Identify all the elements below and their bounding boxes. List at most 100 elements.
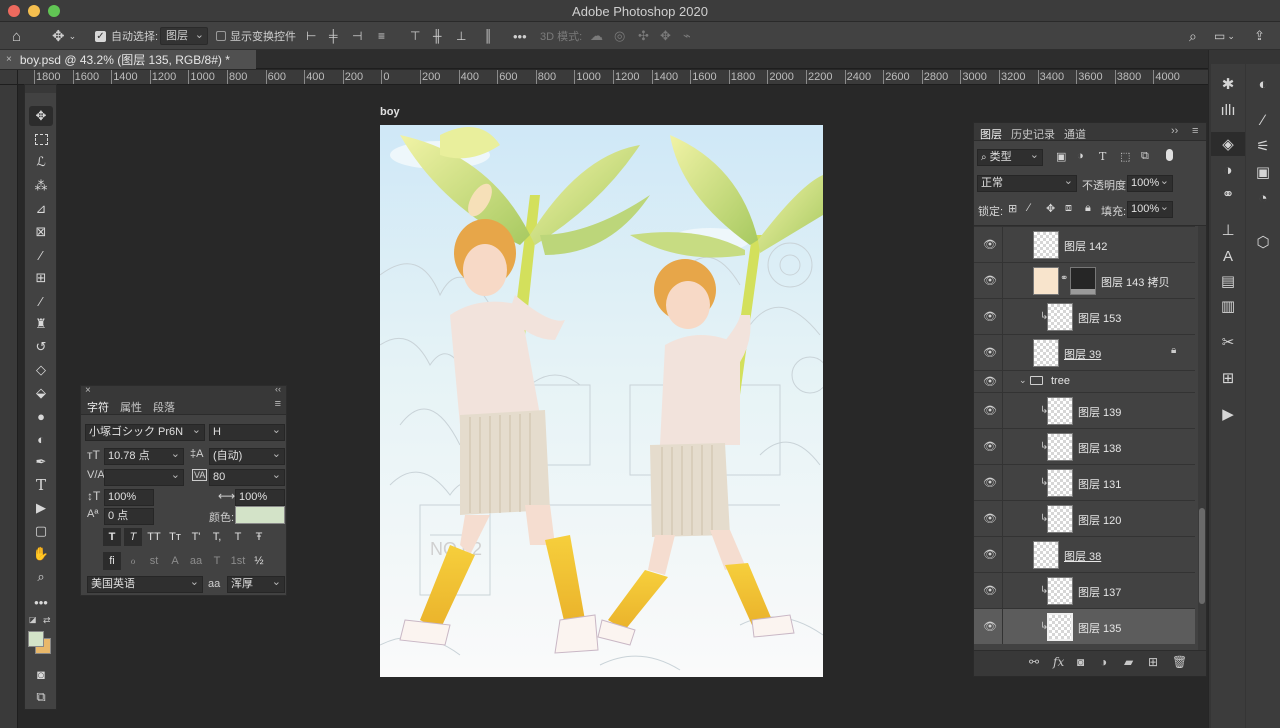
lock-artboard-icon[interactable]: ⧈ [1065,202,1072,215]
small-caps-button[interactable]: Tт [166,528,184,546]
group-disclosure-icon[interactable]: ⌄ [1019,375,1027,386]
expand-panel-icon[interactable]: ›› [1171,125,1178,137]
fill-field[interactable]: 100% ⌄ [1127,201,1173,218]
layers-scroll-thumb[interactable] [1199,508,1205,604]
hand-tool-icon[interactable]: ✋ [29,544,53,564]
visibility-eye-icon[interactable]: 👁︎ [983,346,997,359]
collapse-panel-icon[interactable]: ‹‹ [275,384,281,394]
language-select[interactable]: 美国英语 [87,575,203,593]
layer-row[interactable]: 👁︎ ↳ 图层 135 [974,608,1195,644]
align-horizontal-center-icon[interactable]: ╪ [329,22,338,50]
layers-menu-icon[interactable]: ≡ [1192,125,1198,137]
tools-panel-grip[interactable] [25,85,56,93]
actions-panel-icon[interactable]: ▶ [1211,402,1245,426]
ruler-origin[interactable] [0,70,18,85]
align-right-icon[interactable]: ⊣ [352,22,362,50]
filter-adjustment-icon[interactable]: ◑ [1077,150,1084,162]
faux-bold-button[interactable]: T [103,528,121,546]
filter-shape-icon[interactable]: ⬚ [1120,150,1130,163]
history-panel-icon[interactable]: ◔ [1246,186,1280,210]
workspace-icon[interactable]: ▭ ⌄ [1214,22,1235,50]
auto-select-checkbox[interactable]: ✓ 自动选择: [95,22,158,50]
tracking-field[interactable]: 80 [209,468,285,486]
brush-tool-icon[interactable]: ∕ [29,291,53,311]
filter-type-icon[interactable]: T [1099,150,1106,163]
font-style-select[interactable]: H [209,423,285,441]
align-top-icon[interactable]: ⊤ [410,22,420,50]
superscript-button[interactable]: T' [187,528,205,546]
antialias-select[interactable]: 浑厚 [227,575,285,593]
leading-field[interactable]: (自动) [209,447,285,465]
horizontal-scale-field[interactable]: 100% [235,489,285,506]
swatches-panel-icon[interactable]: ◐ [1246,72,1280,96]
edit-toolbar-icon[interactable]: ••• [29,592,53,612]
add-mask-icon[interactable]: ◙ [1077,655,1084,669]
glyphs-panel-icon[interactable]: ▤ [1211,269,1245,293]
layer-row[interactable]: 👁︎ ↳ 图层 139 [974,392,1195,428]
auto-select-target-select[interactable]: 图层 ⌄ [160,22,208,50]
quick-mask-icon[interactable]: ◙ [29,664,53,684]
filter-pixel-icon[interactable]: ▣ [1056,150,1066,163]
blend-mode-select[interactable]: 正常 ⌄ [977,175,1077,192]
marquee-tool-icon[interactable] [29,129,53,149]
visibility-eye-icon[interactable]: 👁︎ [983,476,997,489]
filter-smart-object-icon[interactable]: ⧉ [1141,150,1149,163]
distribute-horizontal-icon[interactable]: ║ [484,22,493,50]
baseline-shift-field[interactable]: 0 点 [104,508,154,525]
discretionary-ligatures-button[interactable]: st [145,552,163,570]
tab-history[interactable]: 历史记录 [1011,126,1055,142]
pan-3d-icon[interactable]: ✣ [638,22,649,50]
notes-panel-icon[interactable]: ▥ [1211,294,1245,318]
close-tab-icon[interactable]: × [6,54,12,65]
crop-tool-icon[interactable]: ⊿ [29,199,53,219]
text-color-swatch[interactable] [235,506,285,524]
layer-group-row[interactable]: 👁︎ ⌄ tree [974,370,1195,392]
history-brush-tool-icon[interactable]: ↺ [29,337,53,357]
move-tool-icon[interactable]: ✥ [29,106,53,126]
lock-position-icon[interactable]: ✥ [1046,202,1055,215]
new-layer-icon[interactable]: ⊞ [1148,655,1158,669]
canvas-artwork[interactable]: NO.02 [380,125,823,677]
eyedropper-tool-icon[interactable]: ⁄ [29,245,53,265]
filter-kind-select[interactable]: ⌕ 类型 ⌄ [977,149,1043,166]
opacity-field[interactable]: 100% ⌄ [1127,175,1173,192]
titling-alternates-button[interactable]: T [208,552,226,570]
all-caps-button[interactable]: TT [145,528,163,546]
distribute-vertical-icon[interactable]: ≡ [378,22,385,50]
ordinals-button[interactable]: 1st [229,552,247,570]
timeline-panel-icon[interactable]: ⊞ [1211,366,1245,390]
tool-presets-panel-icon[interactable]: ✂ [1211,330,1245,354]
character-style-panel-icon[interactable]: ⊥ [1211,218,1245,242]
visibility-eye-icon[interactable]: 👁︎ [983,310,997,323]
layer-row[interactable]: 👁︎ ↳ 图层 137 [974,572,1195,608]
filter-toggle[interactable] [1166,149,1173,161]
tab-paragraph[interactable]: 段落 [153,399,175,415]
layer-row[interactable]: 👁︎ ↳ 图层 131 [974,464,1195,500]
frame-tool-icon[interactable]: ⊠ [29,222,53,242]
fractions-button[interactable]: ½ [250,552,268,570]
brush-settings-panel-icon[interactable]: ⚟ [1246,134,1280,158]
tab-character[interactable]: 字符 [87,399,109,415]
zoom-tool-icon[interactable]: ⌕ [29,567,53,587]
orbit-3d-icon[interactable]: ☁ [590,22,603,50]
navigator-panel-icon[interactable]: ▣ [1246,160,1280,184]
layer-row[interactable]: 👁︎ ↳ 图层 153 [974,298,1195,334]
visibility-eye-icon[interactable]: 👁︎ [983,440,997,453]
faux-italic-button[interactable]: T [124,528,142,546]
foreground-color-swatch[interactable] [28,631,44,647]
clone-stamp-tool-icon[interactable]: ♜ [29,314,53,334]
color-panel-icon[interactable]: ✱ [1211,72,1245,96]
layer-row[interactable]: 👁︎ 图层 39 🔒︎ [974,334,1195,370]
show-transform-checkbox[interactable]: 显示变换控件 [216,22,296,50]
kerning-field[interactable] [104,468,184,486]
align-bottom-icon[interactable]: ⊥ [456,22,466,50]
magic-wand-tool-icon[interactable]: ⁂ [29,176,53,196]
close-panel-icon[interactable]: × [85,385,91,396]
visibility-eye-icon[interactable]: 👁︎ [983,548,997,561]
layer-row[interactable]: 👁︎ ⚭ 图层 143 拷贝 [974,262,1195,298]
contextual-alternates-button[interactable]: ℴ [124,552,142,570]
layer-row[interactable]: 👁︎ ↳ 图层 138 [974,428,1195,464]
visibility-eye-icon[interactable]: 👁︎ [983,375,997,388]
type-tool-icon[interactable]: T [29,475,53,495]
align-left-icon[interactable]: ⊢ [306,22,316,50]
